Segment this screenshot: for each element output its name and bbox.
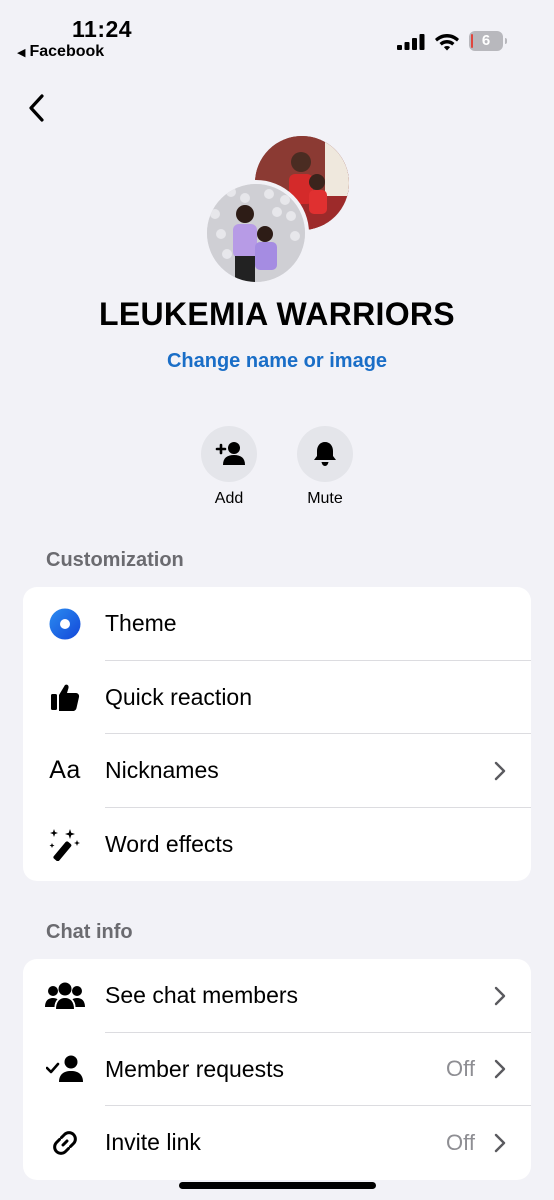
theme-row[interactable]: Theme [23,587,531,661]
invite-link-label: Invite link [105,1129,201,1156]
see-chat-members-label: See chat members [105,982,299,1009]
person-check-icon [45,1051,85,1087]
nicknames-label: Nicknames [105,757,219,784]
battery-low-bar [471,34,473,48]
battery-indicator: 6 [469,31,507,51]
cellular-signal-icon [397,34,425,50]
chevron-right-icon [494,986,506,1005]
people-icon [45,978,85,1014]
chevron-right-icon [494,1133,506,1152]
add-label: Add [214,490,244,507]
word-effects-row[interactable]: Word effects [23,808,531,882]
quick-reaction-label: Quick reaction [105,683,253,710]
magic-wand-icon [45,826,85,862]
avatar-photo-front [203,180,309,286]
battery-level: 6 [481,32,491,49]
wifi-icon [435,34,459,51]
chat-info-header: Chat info [46,921,133,943]
add-person-icon [215,442,245,465]
text-aa-icon: Aa [49,756,81,785]
nicknames-row[interactable]: Aa Nicknames [23,734,531,808]
invite-link-row[interactable]: Invite link Off [23,1106,531,1180]
thumbs-up-icon [45,679,85,715]
chevron-right-icon [494,1060,506,1079]
theme-label: Theme [105,610,177,637]
back-triangle-icon: ◀ [17,46,26,59]
add-button-circle[interactable] [201,426,257,482]
back-app-label: Facebook [29,43,105,60]
chat-info-card: See chat members Member requests Off Inv… [23,959,531,1180]
bell-icon [314,442,336,466]
word-effects-label: Word effects [105,830,234,857]
member-requests-row[interactable]: Member requests Off [23,1033,531,1106]
customization-card: Theme Quick reaction Aa Nicknames Word e… [23,587,531,881]
change-name-or-image-link[interactable]: Change name or image [0,350,554,373]
member-requests-value: Off [446,1056,475,1082]
mute-label: Mute [307,490,343,507]
mute-button-circle[interactable] [297,426,353,482]
customization-header: Customization [46,549,184,571]
invite-link-value: Off [446,1129,475,1155]
link-icon [45,1125,85,1161]
chevron-right-icon [494,761,506,780]
mute-button[interactable]: Mute [287,426,363,508]
quick-reaction-row[interactable]: Quick reaction [23,661,531,734]
group-name: LEUKEMIA WARRIORS [99,296,455,332]
member-requests-label: Member requests [105,1055,284,1082]
status-bar: 11:24 ◀ Facebook 6 [0,0,554,70]
theme-icon [45,606,85,642]
add-button[interactable]: Add [191,426,267,508]
status-time: 11:24 [72,16,133,42]
see-chat-members-row[interactable]: See chat members [23,959,531,1033]
back-to-app-link[interactable]: ◀ Facebook [17,43,104,61]
group-avatar[interactable] [203,136,350,286]
home-indicator[interactable] [179,1182,376,1189]
back-chevron-icon[interactable] [22,90,52,126]
